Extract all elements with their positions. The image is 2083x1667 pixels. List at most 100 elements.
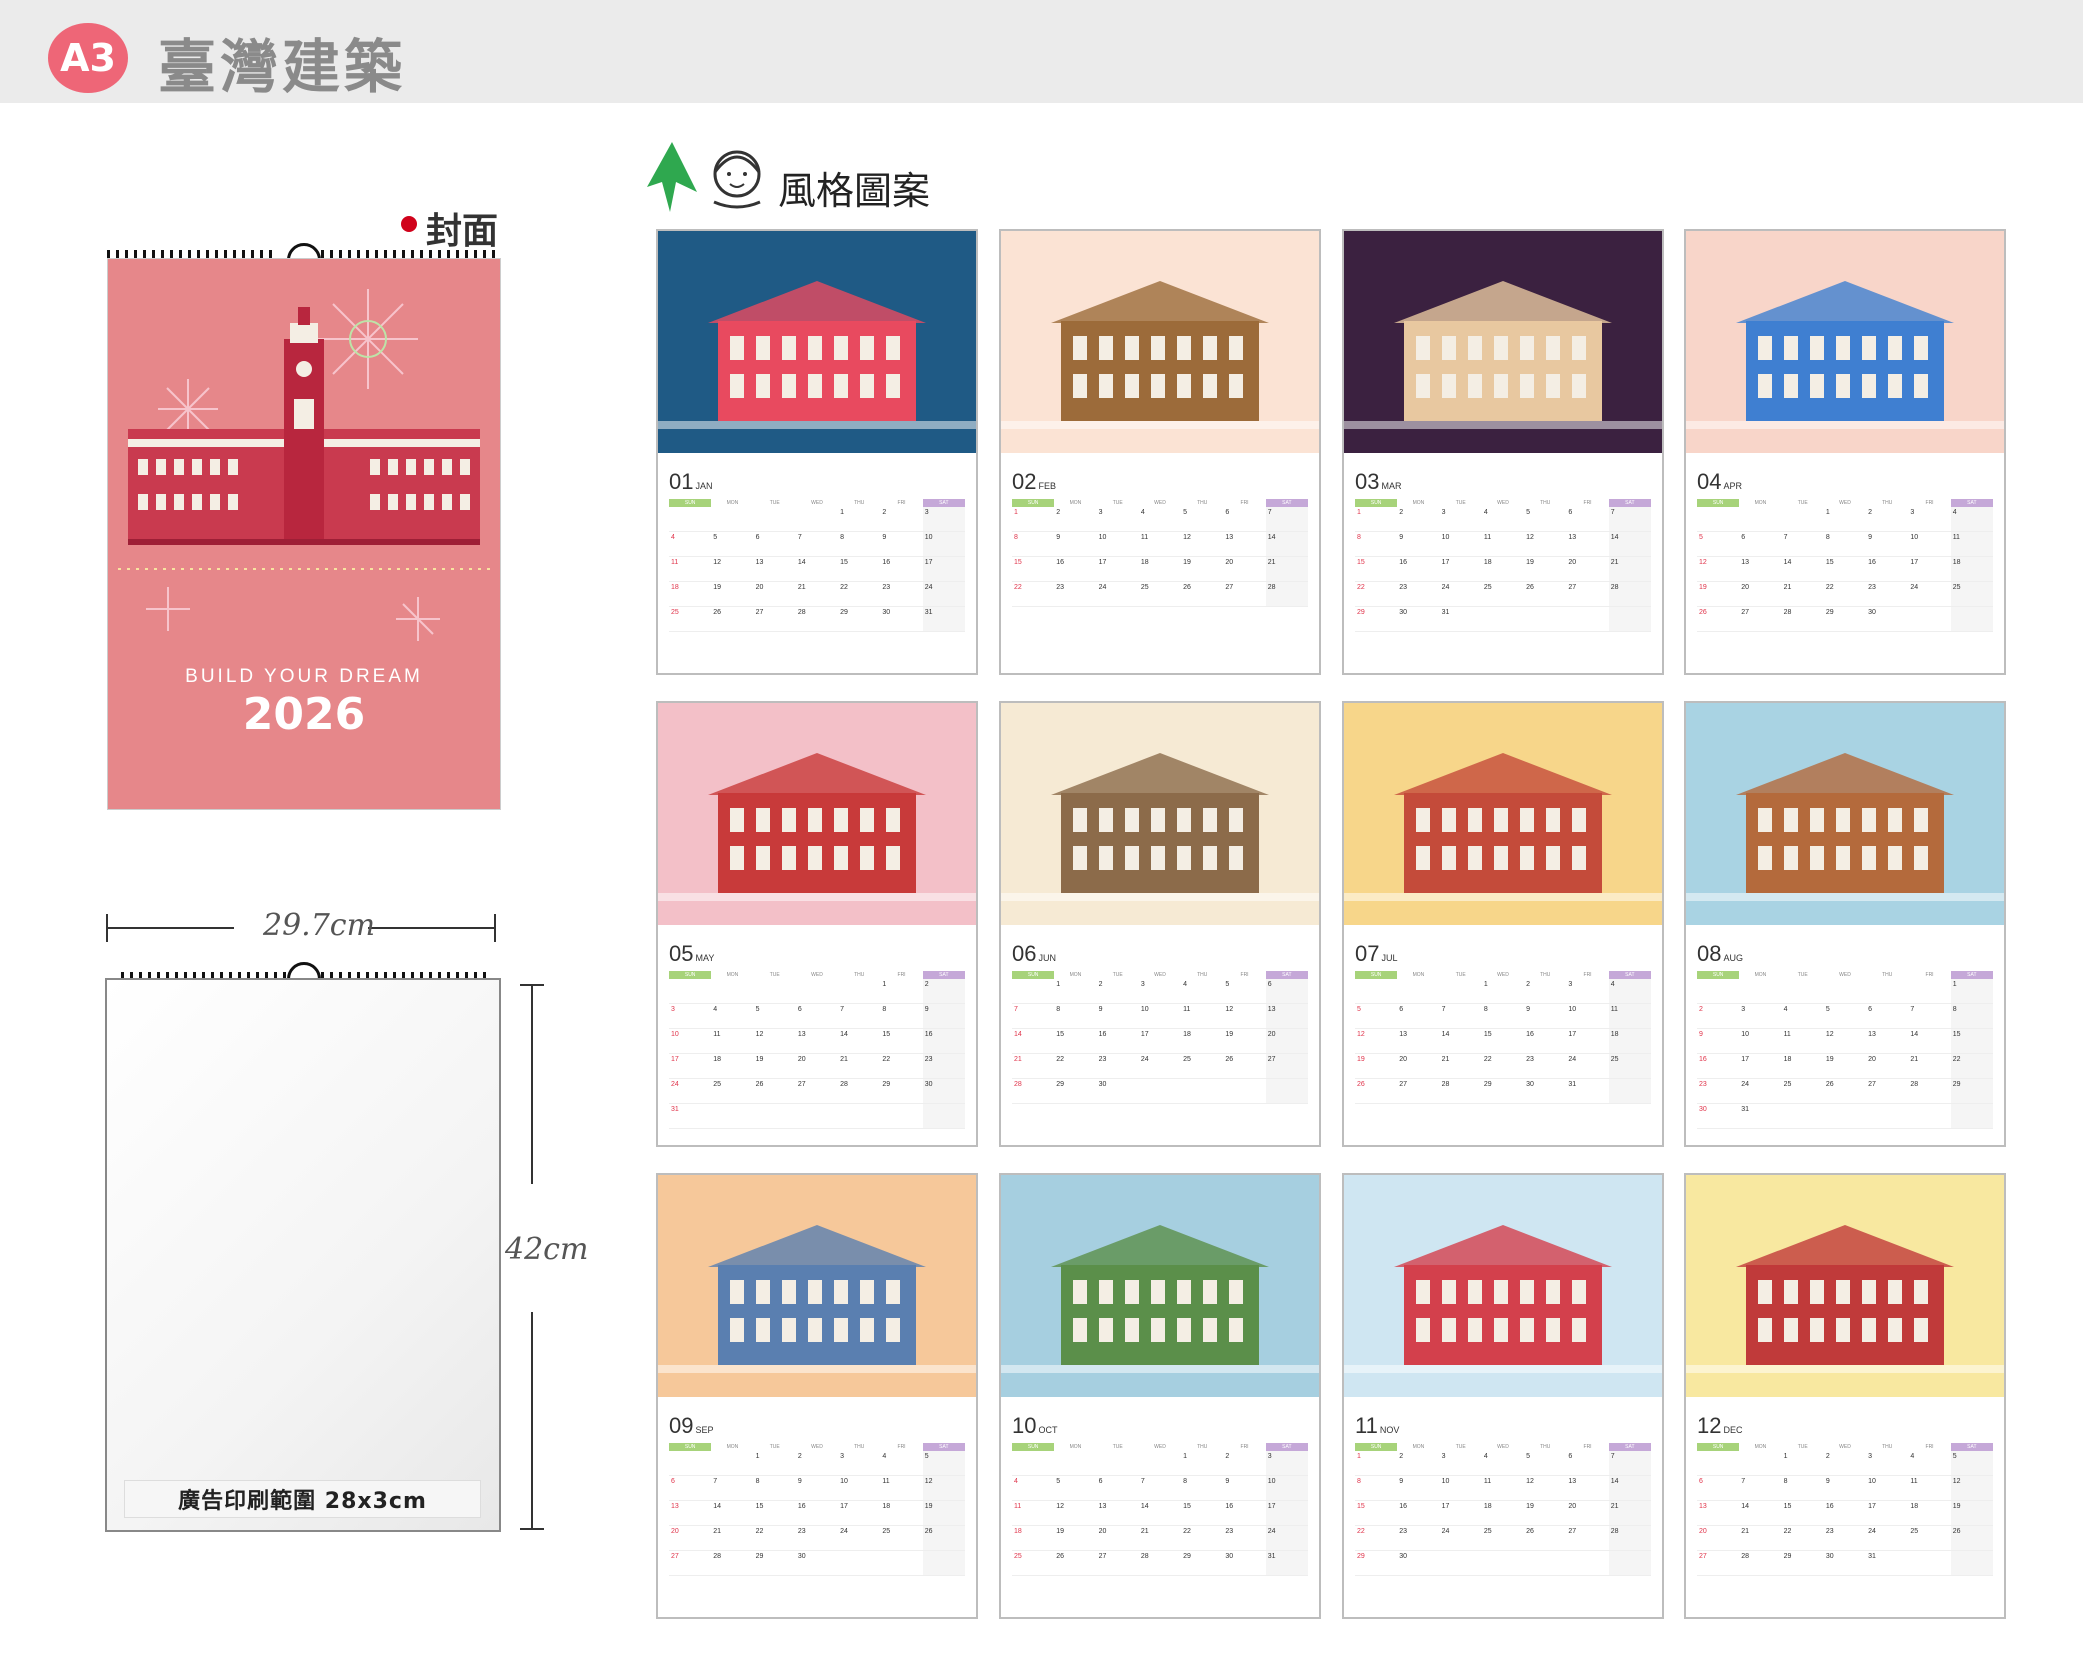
- month-illustration: [658, 1175, 976, 1397]
- day-cell: 2: [797, 1453, 802, 1460]
- day-cell: 11: [1950, 532, 1993, 556]
- day-cell: 12: [922, 1476, 965, 1500]
- day-cell: [1950, 607, 1993, 631]
- day-cell: 16: [1825, 1503, 1834, 1510]
- month-illustration: [1686, 1175, 2004, 1397]
- day-cell: 19: [1526, 1503, 1534, 1510]
- day-cell: 5: [755, 1006, 760, 1013]
- day-cell: 9: [1868, 534, 1873, 541]
- day-cell: 14: [1783, 559, 1792, 566]
- weekday-header: SAT: [1265, 971, 1308, 979]
- day-cell: 20: [1699, 1528, 1707, 1535]
- day-cell: 27: [1265, 1054, 1308, 1078]
- weekday-header: MON: [1412, 972, 1425, 978]
- day-cell: 3: [1568, 981, 1573, 988]
- month-illustration: [1344, 1175, 1662, 1397]
- day-cell: 20: [1741, 584, 1750, 591]
- week-row: 18 19 20 21 22 23 24: [1012, 1526, 1308, 1551]
- week-row: 12: [669, 979, 965, 1004]
- day-cell: 24: [1140, 1056, 1149, 1063]
- day-cell: 24: [1265, 1526, 1308, 1550]
- day-cell: 28: [1741, 1553, 1750, 1560]
- weekday-header: TUE: [769, 500, 780, 506]
- day-cell: 19: [1526, 559, 1534, 566]
- day-cell: [1139, 1451, 1181, 1475]
- day-cell: 11: [1608, 1004, 1651, 1028]
- day-cell: 11: [1014, 1503, 1022, 1510]
- day-cell: 16: [1699, 1056, 1707, 1063]
- weekday-header: THU: [1540, 972, 1551, 978]
- day-cell: 23: [1526, 1056, 1534, 1063]
- week-row: 1 2 3 4 5 6 7: [1012, 507, 1308, 532]
- day-cell: [1697, 507, 1739, 531]
- weekday-header: WED: [1839, 972, 1851, 978]
- week-row: 22 23 24 25 26 27 28: [1012, 582, 1308, 607]
- weekday-header: TUE: [769, 1444, 780, 1450]
- weekday-header: WED: [1497, 972, 1509, 978]
- day-cell: 14: [1608, 532, 1651, 556]
- day-cell: 20: [755, 584, 764, 591]
- day-cell: 1: [1014, 509, 1018, 516]
- day-cell: 4: [1950, 507, 1993, 531]
- day-cell: 9: [797, 1478, 802, 1485]
- day-cell: 30: [1399, 609, 1408, 616]
- day-cell: 21: [840, 1056, 848, 1063]
- day-cell: 28: [1608, 582, 1651, 606]
- day-cell: 21: [1741, 1528, 1750, 1535]
- weekday-header: FRI: [1583, 972, 1592, 978]
- day-cell: [711, 1104, 753, 1128]
- week-row: 26 27 28 29 30 31: [1355, 1079, 1651, 1104]
- weekday-header: WED: [811, 1444, 823, 1450]
- day-cell: 9: [1056, 534, 1061, 541]
- day-cell: 5: [1056, 1478, 1061, 1485]
- weekday-header: MON: [1754, 972, 1767, 978]
- day-cell: 15: [1825, 559, 1834, 566]
- day-cell: 23: [1225, 1528, 1234, 1535]
- day-cell: 8: [1183, 1478, 1188, 1485]
- day-cell: 23: [1056, 584, 1065, 591]
- weekday-header: TUE: [1797, 1444, 1808, 1450]
- day-cell: 22: [1183, 1528, 1191, 1535]
- day-cell: [1697, 979, 1739, 1003]
- day-cell: 29: [1825, 609, 1834, 616]
- month-day-grid: SUN MON TUE WED THU FRI SAT 1 2 3 4 5 6 7 8 9 10 11 12 13 14…: [1355, 1443, 1651, 1576]
- day-cell: 25: [1483, 584, 1492, 591]
- week-row: 18 19 20 21 22 23 24: [669, 582, 965, 607]
- month-card: 03 MAR SUN MON TUE WED THU FRI SAT 1 2 3 4 5 6 7 8 9 10 11 1…: [1342, 229, 1664, 675]
- weekday-header: THU: [1882, 1444, 1893, 1450]
- month-illustration: [1001, 231, 1319, 453]
- day-cell: 5: [1699, 534, 1703, 541]
- day-cell: 27: [1568, 584, 1577, 591]
- week-row: 21 22 23 24 25 26 27: [1012, 1054, 1308, 1079]
- weekday-header: SAT: [922, 1443, 965, 1451]
- month-illustration: [1686, 703, 2004, 925]
- day-cell: 22: [1056, 1056, 1065, 1063]
- day-cell: 23: [1399, 584, 1408, 591]
- day-cell: 26: [1183, 584, 1191, 591]
- day-cell: 4: [1183, 981, 1188, 988]
- day-cell: 25: [1483, 1528, 1492, 1535]
- day-cell: 2: [1399, 509, 1404, 516]
- day-cell: 21: [1265, 557, 1308, 581]
- month-heading: 12 DEC: [1697, 1413, 1743, 1439]
- day-cell: 25: [882, 1528, 891, 1535]
- day-cell: 8: [755, 1478, 760, 1485]
- weekday-header: SAT: [1608, 1443, 1651, 1451]
- day-cell: 29: [1357, 609, 1365, 616]
- day-cell: [1524, 607, 1566, 631]
- day-cell: 6: [1098, 1478, 1103, 1485]
- weekday-header: TUE: [1112, 1444, 1123, 1450]
- day-cell: 5: [1183, 509, 1188, 516]
- month-card: 06 JUN SUN MON TUE WED THU FRI SAT 1 2 3 4 5 6 7 8 9 10 11 1…: [999, 701, 1321, 1147]
- month-number: 12: [1697, 1413, 1722, 1438]
- day-cell: 18: [1483, 1503, 1492, 1510]
- day-cell: 28: [1608, 1526, 1651, 1550]
- month-card: 10 OCT SUN MON TUE WED THU FRI SAT 1 2 3 4 5 6 7 8 9 10 11 1…: [999, 1173, 1321, 1619]
- day-cell: 29: [1483, 1081, 1492, 1088]
- day-cell: 12: [1056, 1503, 1065, 1510]
- day-cell: 9: [1098, 1006, 1103, 1013]
- day-cell: 10: [1140, 1006, 1149, 1013]
- day-cell: 20: [1568, 559, 1577, 566]
- day-cell: [1440, 1551, 1482, 1575]
- month-heading: 10 OCT: [1012, 1413, 1057, 1439]
